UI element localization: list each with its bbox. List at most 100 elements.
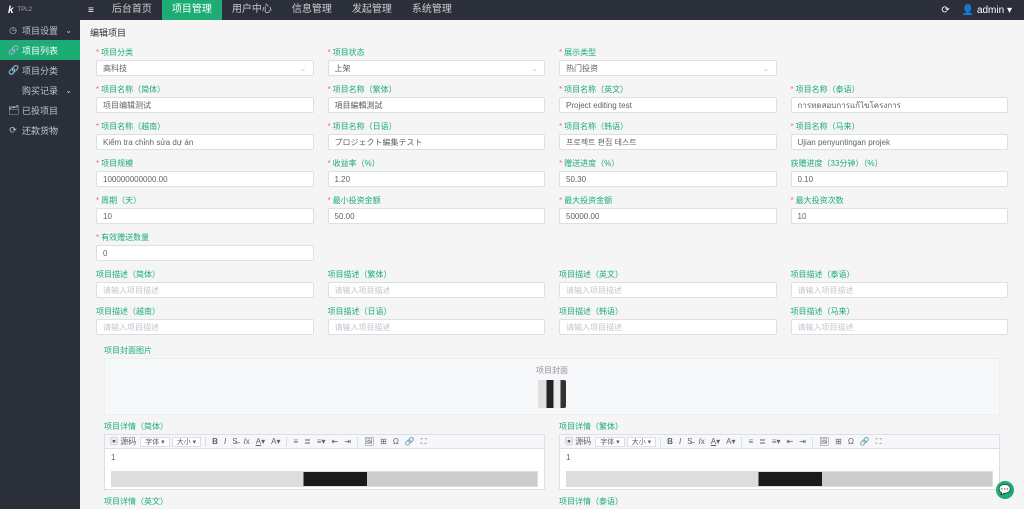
ul-icon[interactable]: ≣ [302, 435, 313, 449]
label-detail-en: 项目详情（英文） [104, 496, 545, 507]
indent-icon[interactable]: ⇥ [342, 435, 353, 449]
menu-system[interactable]: 系统管理 [402, 0, 462, 20]
input-min[interactable] [328, 208, 546, 224]
italic-icon[interactable]: I [222, 435, 228, 449]
chat-fab[interactable]: 💬 [996, 481, 1014, 499]
input-name-ja[interactable] [328, 134, 546, 150]
menu-project[interactable]: 项目管理 [162, 0, 222, 20]
source-button[interactable]: ▣ 源码 [108, 435, 138, 449]
image-icon[interactable]: 🖼 [362, 435, 376, 449]
ol-icon[interactable]: ≡ [291, 435, 300, 449]
sidebar-label: 项目列表 [22, 44, 72, 57]
clear-icon[interactable]: Ix [697, 435, 707, 449]
ol-icon[interactable]: ≡ [746, 435, 755, 449]
input-yield[interactable] [328, 171, 546, 187]
bgcolor-icon[interactable]: A▾ [724, 435, 737, 449]
clear-icon[interactable]: Ix [242, 435, 252, 449]
cover-section-label: 项目封面图片 [88, 341, 1016, 358]
label-gift-qty: 有效赠送数量 [101, 232, 149, 243]
hamburger-icon[interactable]: ≡ [88, 5, 94, 16]
italic-icon[interactable]: I [677, 435, 683, 449]
input-desc-ms[interactable] [791, 319, 1009, 335]
color-icon[interactable]: A▾ [709, 435, 722, 449]
label-desc-ko: 项目描述（韩语） [559, 306, 623, 317]
size-select[interactable]: 大小 ▾ [627, 437, 656, 447]
table-icon[interactable]: ⊞ [833, 435, 844, 449]
table-icon[interactable]: ⊞ [378, 435, 389, 449]
input-name-zh[interactable] [96, 97, 314, 113]
indent-icon[interactable]: ⇥ [797, 435, 808, 449]
input-name-vi[interactable] [96, 134, 314, 150]
label-desc-zh: 项目描述（简体） [96, 269, 160, 280]
input-name-ko[interactable] [559, 134, 777, 150]
size-select[interactable]: 大小 ▾ [172, 437, 201, 447]
input-period[interactable] [96, 208, 314, 224]
menu-user[interactable]: 用户中心 [222, 0, 282, 20]
input-guarantee[interactable] [559, 171, 777, 187]
menu-home[interactable]: 后台首页 [102, 0, 162, 20]
editor-body-tw[interactable]: 1 [559, 448, 1000, 490]
label-name-zh: 项目名称（简体） [101, 84, 165, 95]
sidebar-item-settings[interactable]: ◷ 项目设置 ⌄ [0, 20, 80, 40]
editor-body-zh[interactable]: 1 [104, 448, 545, 490]
input-desc-ko[interactable] [559, 319, 777, 335]
strike-icon[interactable]: S̶ [685, 435, 694, 449]
color-icon[interactable]: A▾ [254, 435, 267, 449]
font-select[interactable]: 字体 ▾ [140, 437, 169, 447]
cover-upload-area[interactable]: 项目封面 [104, 358, 1000, 415]
input-desc-tw[interactable] [328, 282, 546, 298]
user-icon: 👤 [962, 5, 974, 16]
input-name-en[interactable] [559, 97, 777, 113]
bgcolor-icon[interactable]: A▾ [269, 435, 282, 449]
outdent-icon[interactable]: ⇤ [330, 435, 341, 449]
input-desc-th[interactable] [791, 282, 1009, 298]
align-icon[interactable]: ≡▾ [315, 435, 328, 449]
input-name-tw[interactable] [328, 97, 546, 113]
input-max[interactable] [559, 208, 777, 224]
link-icon[interactable]: 🔗 [858, 435, 872, 449]
strike-icon[interactable]: S̶ [230, 435, 239, 449]
input-name-ms[interactable] [791, 134, 1009, 150]
user-dropdown[interactable]: 👤 admin ▾ [962, 5, 1012, 16]
sidebar-item-invested[interactable]: 🗂 已投项目 [0, 100, 80, 120]
bold-icon[interactable]: B [665, 435, 675, 449]
select-category[interactable]: 高科技⌄ [96, 60, 314, 76]
input-max-cnt[interactable] [791, 208, 1009, 224]
sidebar-item-purchase[interactable]: 购买记录 ⌄ [0, 80, 80, 100]
maximize-icon[interactable]: ⛶ [419, 435, 429, 449]
select-status[interactable]: 上架⌄ [328, 60, 546, 76]
sidebar-item-category[interactable]: 🔗 项目分类 [0, 60, 80, 80]
menu-launch[interactable]: 发起管理 [342, 0, 402, 20]
refresh-icon[interactable]: ⟳ [941, 5, 949, 16]
sidebar-item-list[interactable]: 🔗 项目列表 [0, 40, 80, 60]
chevron-down-icon: ⌄ [65, 26, 72, 35]
sidebar-label: 购买记录 [22, 84, 65, 97]
input-name-th[interactable] [791, 97, 1009, 113]
source-button[interactable]: ▣ 源码 [563, 435, 593, 449]
input-bonus[interactable] [791, 171, 1009, 187]
omega-icon[interactable]: Ω [391, 435, 401, 449]
cycle-icon: ⟳ [8, 125, 18, 136]
sidebar-item-repay[interactable]: ⟳ 还款货物 [0, 120, 80, 140]
input-gift-qty[interactable] [96, 245, 314, 261]
select-display[interactable]: 热门投资⌄ [559, 60, 777, 76]
input-scale[interactable] [96, 171, 314, 187]
ul-icon[interactable]: ≣ [757, 435, 768, 449]
cover-thumbnail[interactable] [538, 380, 566, 408]
header-right: ⟳ 👤 admin ▾ [941, 5, 1024, 16]
font-select[interactable]: 字体 ▾ [595, 437, 624, 447]
link-icon[interactable]: 🔗 [403, 435, 417, 449]
outdent-icon[interactable]: ⇤ [785, 435, 796, 449]
editor-content: 1 [111, 453, 115, 462]
image-icon[interactable]: 🖼 [817, 435, 831, 449]
omega-icon[interactable]: Ω [846, 435, 856, 449]
menu-info[interactable]: 信息管理 [282, 0, 342, 20]
brand-text: k [8, 5, 14, 16]
input-desc-vi[interactable] [96, 319, 314, 335]
align-icon[interactable]: ≡▾ [770, 435, 783, 449]
input-desc-ja[interactable] [328, 319, 546, 335]
bold-icon[interactable]: B [210, 435, 220, 449]
input-desc-zh[interactable] [96, 282, 314, 298]
maximize-icon[interactable]: ⛶ [874, 435, 884, 449]
input-desc-en[interactable] [559, 282, 777, 298]
